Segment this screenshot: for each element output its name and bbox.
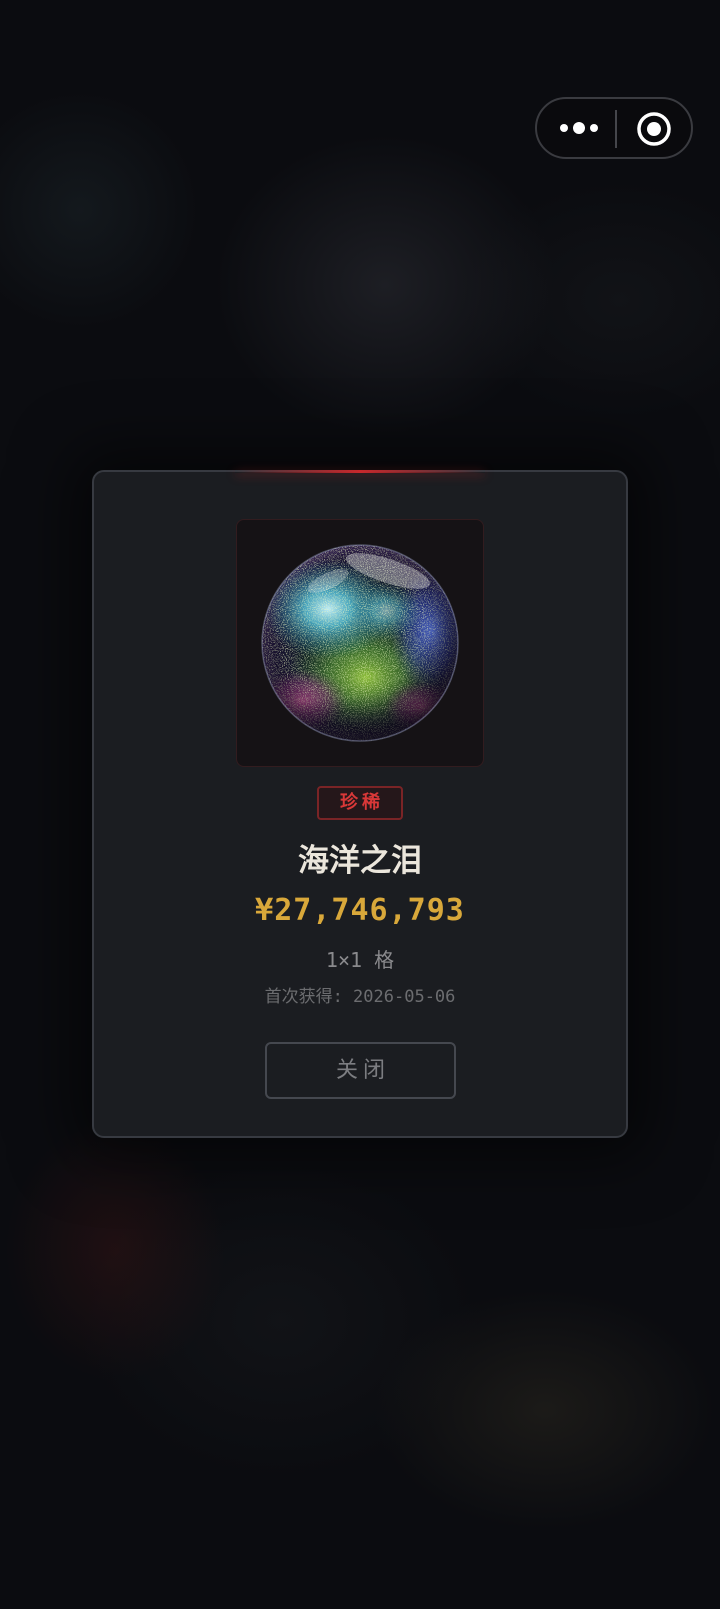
target-dot bbox=[647, 122, 661, 136]
item-price: ¥27,746,793 bbox=[255, 893, 465, 928]
first-acquired-date: 首次获得: 2026-05-06 bbox=[264, 987, 456, 1007]
pearl-orb-image bbox=[260, 543, 459, 742]
rarity-glow-line bbox=[235, 470, 485, 473]
item-image-frame bbox=[236, 519, 484, 767]
rarity-badge: 珍稀 bbox=[317, 786, 403, 820]
dot-center bbox=[573, 122, 585, 134]
item-size: 1×1 格 bbox=[325, 948, 395, 972]
close-button[interactable]: 关闭 bbox=[265, 1042, 456, 1099]
target-circle-icon[interactable] bbox=[635, 110, 673, 148]
mini-program-capsule bbox=[535, 97, 693, 159]
item-detail-modal: 珍稀 海洋之泪 ¥27,746,793 1×1 格 首次获得: 2026-05-… bbox=[92, 470, 628, 1138]
dot-right bbox=[590, 124, 598, 132]
more-dots-icon[interactable] bbox=[555, 112, 607, 144]
item-name: 海洋之泪 bbox=[298, 843, 422, 879]
dot-left bbox=[560, 124, 568, 132]
capsule-divider bbox=[615, 110, 617, 148]
orb-shading bbox=[261, 544, 458, 741]
